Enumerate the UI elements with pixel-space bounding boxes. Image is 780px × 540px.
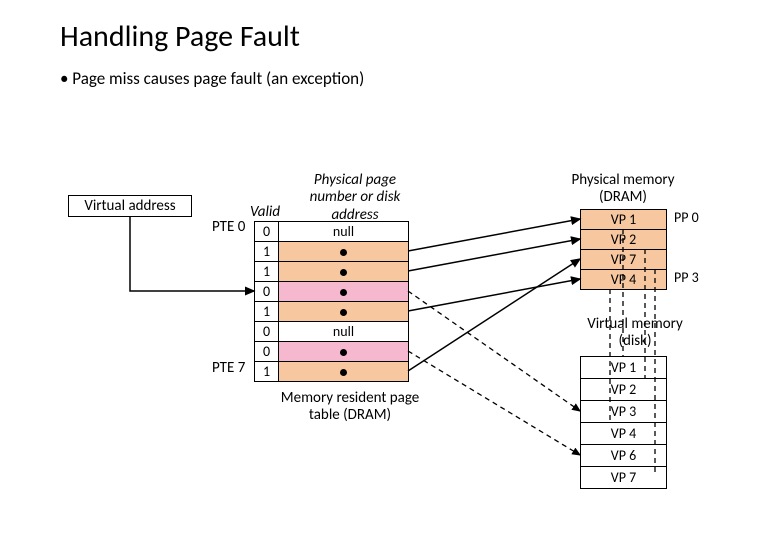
- pm-cell: VP 1: [581, 210, 667, 230]
- pte-addr: [279, 262, 409, 282]
- table-row: VP 7: [581, 467, 667, 489]
- valid-header: Valid: [250, 203, 280, 221]
- vm-cell: VP 1: [581, 357, 667, 379]
- pte-addr: [279, 282, 409, 302]
- page-title: Handling Page Fault: [60, 18, 300, 55]
- physical-memory-header: Physical memory (DRAM): [558, 172, 688, 207]
- pte7-label: PTE 7: [212, 359, 245, 377]
- pp3-label: PP 3: [674, 269, 699, 286]
- pte-addr: null: [279, 322, 409, 342]
- pm-cell: VP 2: [581, 230, 667, 250]
- pte0-label: PTE 0: [212, 218, 245, 236]
- pte-valid: 1: [255, 362, 279, 382]
- table-row: 1: [255, 242, 409, 262]
- table-row: VP 4: [581, 270, 667, 290]
- table-row: 0null: [255, 322, 409, 342]
- dot-icon: [340, 289, 347, 296]
- pte-addr: [279, 242, 409, 262]
- table-row: VP 2: [581, 379, 667, 401]
- pte-addr: null: [279, 222, 409, 242]
- table-row: 1: [255, 262, 409, 282]
- table-row: VP 1: [581, 210, 667, 230]
- pte-addr: [279, 302, 409, 322]
- pm-cell: VP 4: [581, 270, 667, 290]
- table-row: VP 7: [581, 250, 667, 270]
- table-row: 0: [255, 282, 409, 302]
- virtual-memory-table: VP 1 VP 2 VP 3 VP 4 VP 6 VP 7: [580, 356, 667, 489]
- pm-cell: VP 7: [581, 250, 667, 270]
- table-row: VP 4: [581, 423, 667, 445]
- dot-icon: [340, 249, 347, 256]
- dot-icon: [340, 349, 347, 356]
- virtual-address-box: Virtual address: [68, 195, 192, 217]
- bullet-text: • Page miss causes page fault (an except…: [60, 68, 364, 89]
- pte-valid: 1: [255, 302, 279, 322]
- pte-valid: 0: [255, 282, 279, 302]
- vm-cell: VP 6: [581, 445, 667, 467]
- vm-cell: VP 3: [581, 401, 667, 423]
- table-row: VP 3: [581, 401, 667, 423]
- pte-valid: 0: [255, 322, 279, 342]
- pte-valid: 1: [255, 242, 279, 262]
- vm-cell: VP 4: [581, 423, 667, 445]
- dot-icon: [340, 309, 347, 316]
- pte-addr: [279, 362, 409, 382]
- table-row: VP 6: [581, 445, 667, 467]
- pte-valid: 0: [255, 342, 279, 362]
- virtual-memory-header: Virtual memory (disk): [570, 316, 700, 351]
- table-row: 0null: [255, 222, 409, 242]
- physical-memory-table: VP 1 VP 2 VP 7 VP 4: [580, 209, 667, 290]
- page-table: 0null 1 1 0 1 0null 0 1: [254, 221, 409, 382]
- pte-valid: 0: [255, 222, 279, 242]
- table-row: VP 2: [581, 230, 667, 250]
- pte-valid: 1: [255, 262, 279, 282]
- vm-cell: VP 7: [581, 467, 667, 489]
- mpt-label: Memory resident page table (DRAM): [280, 390, 420, 423]
- table-row: 0: [255, 342, 409, 362]
- dot-icon: [340, 269, 347, 276]
- pp0-label: PP 0: [674, 209, 699, 226]
- table-row: 1: [255, 302, 409, 322]
- dot-icon: [340, 369, 347, 376]
- pte-addr: [279, 342, 409, 362]
- table-row: VP 1: [581, 357, 667, 379]
- vm-cell: VP 2: [581, 379, 667, 401]
- table-row: 1: [255, 362, 409, 382]
- physical-header: Physical page number or disk address: [300, 172, 410, 224]
